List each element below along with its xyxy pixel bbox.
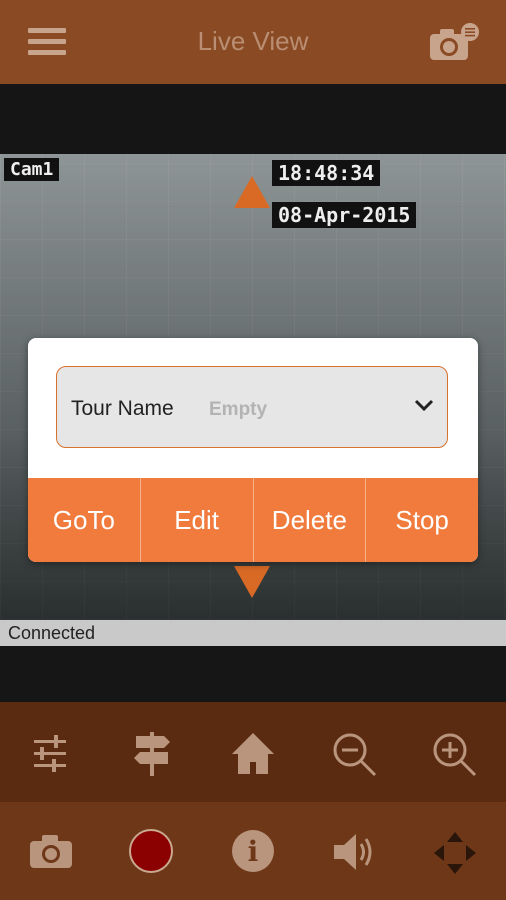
zoom-out-icon[interactable] xyxy=(330,730,378,778)
sliders-icon[interactable] xyxy=(30,732,70,776)
snapshot-camera-icon[interactable] xyxy=(28,832,74,870)
tour-name-label: Tour Name xyxy=(71,397,174,420)
date-overlay: 08-Apr-2015 xyxy=(272,202,417,228)
record-icon[interactable] xyxy=(128,828,174,874)
connection-status-text: Connected xyxy=(8,623,96,643)
edit-button[interactable]: Edit xyxy=(140,478,254,562)
video-letterbox-bottom xyxy=(0,646,506,702)
speaker-icon[interactable] xyxy=(330,830,378,874)
ptz-toolbar xyxy=(0,702,506,802)
info-icon[interactable]: i xyxy=(230,828,276,874)
stop-button[interactable]: Stop xyxy=(366,478,478,562)
pan-down-arrow-icon[interactable] xyxy=(234,566,270,598)
goto-button[interactable]: GoTo xyxy=(28,478,141,562)
tour-dialog: Tour Name Empty GoTo Edit Delete Stop xyxy=(28,338,478,562)
zoom-in-icon[interactable] xyxy=(430,730,478,778)
video-letterbox-top xyxy=(0,84,506,154)
svg-text:i: i xyxy=(248,835,259,868)
delete-button[interactable]: Delete xyxy=(253,478,367,562)
connection-status-bar: Connected xyxy=(0,620,506,646)
camera-settings-icon[interactable] xyxy=(428,22,480,64)
signpost-icon[interactable] xyxy=(132,730,172,778)
timestamp-overlay: 18:48:34 xyxy=(272,160,381,186)
pan-up-arrow-icon[interactable] xyxy=(234,176,270,208)
home-icon[interactable] xyxy=(230,730,276,776)
camera-name-overlay: Cam1 xyxy=(4,158,60,181)
move-arrows-icon[interactable] xyxy=(432,830,478,876)
top-app-bar: Live View xyxy=(0,0,506,84)
tour-name-dropdown[interactable]: Tour Name Empty xyxy=(56,366,448,448)
chevron-down-icon xyxy=(414,399,434,412)
tour-name-value: Empty xyxy=(209,399,268,420)
tour-action-buttons: GoTo Edit Delete Stop xyxy=(28,478,478,562)
media-toolbar: i xyxy=(0,802,506,900)
